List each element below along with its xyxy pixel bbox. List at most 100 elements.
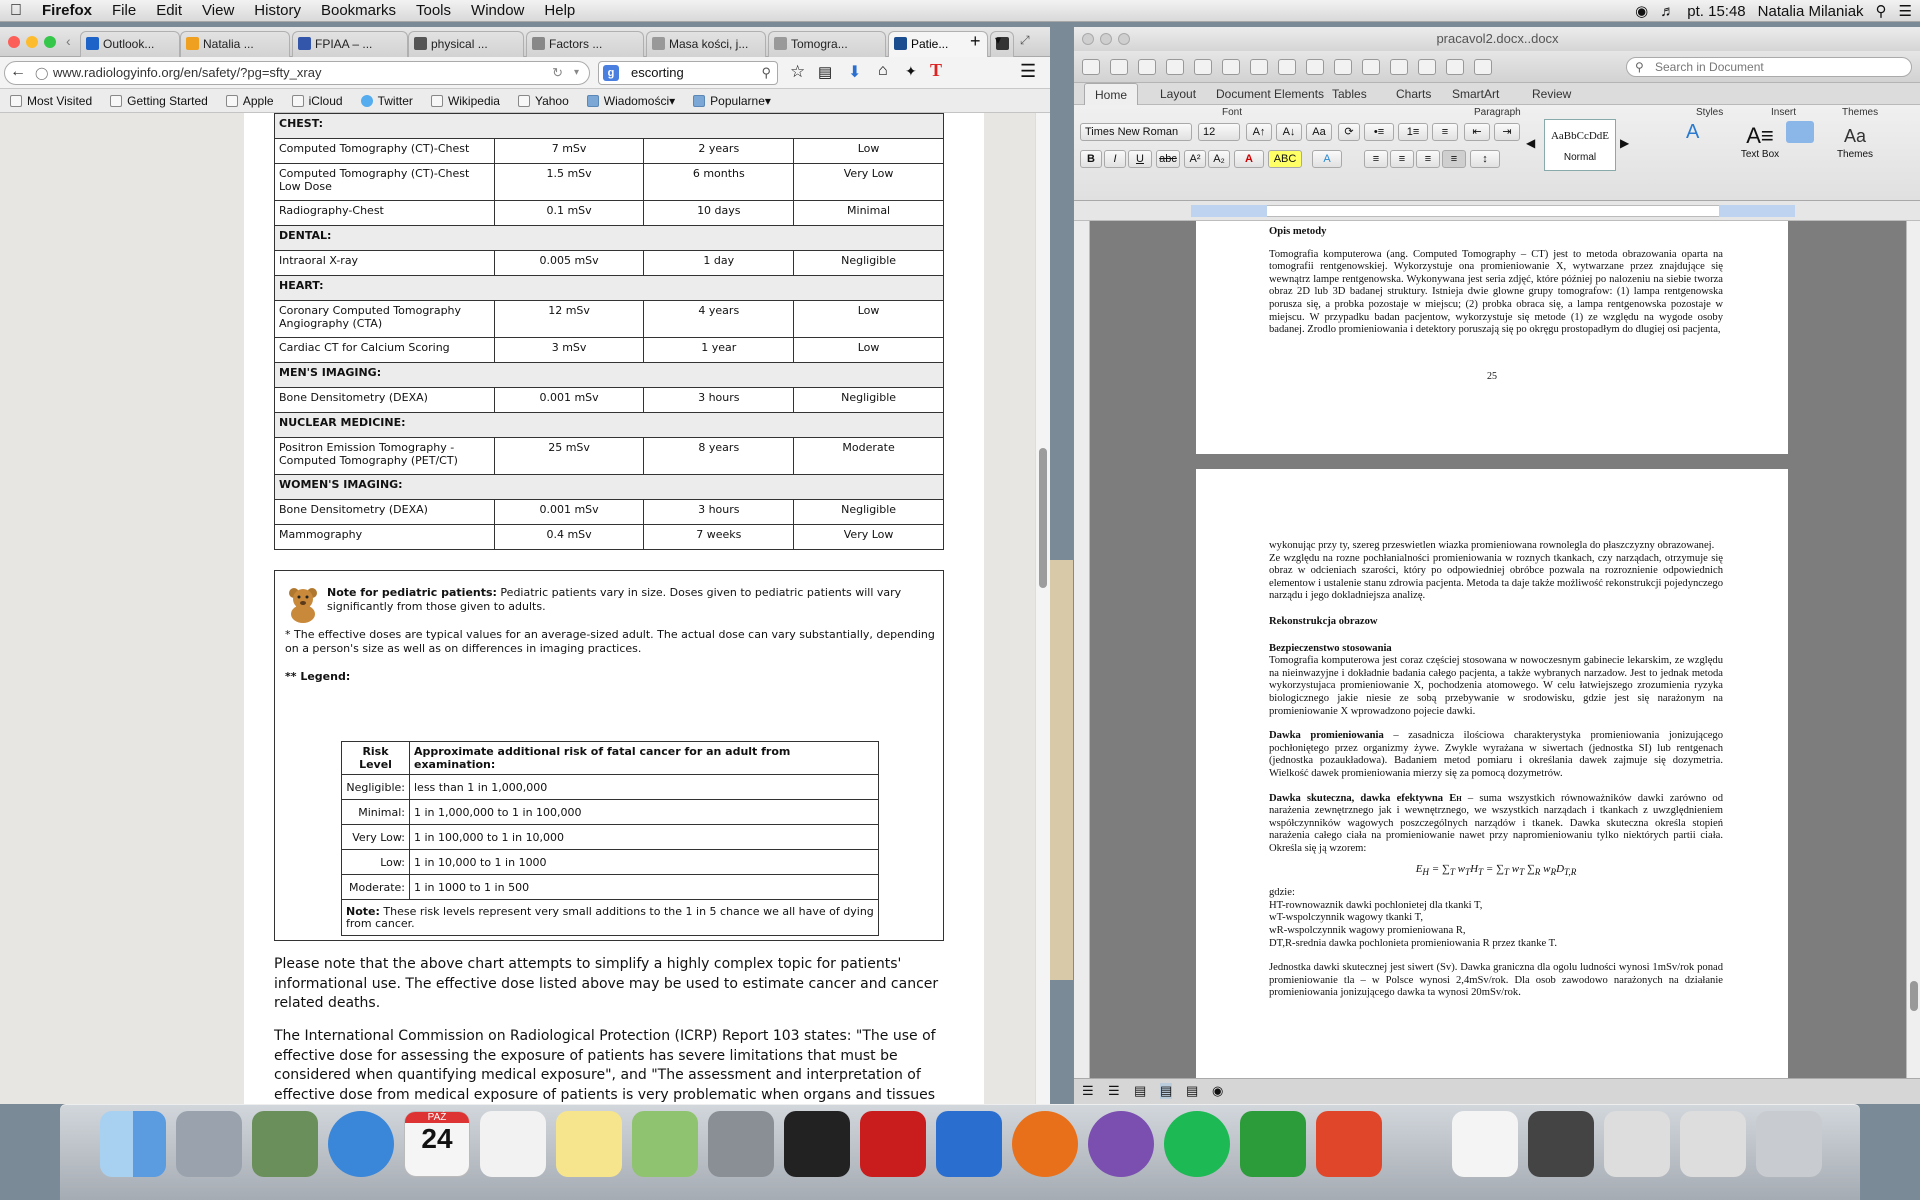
- styles-pane-icon[interactable]: A: [1686, 121, 1699, 144]
- browser-tab[interactable]: Outlook...: [80, 31, 180, 57]
- vertical-ruler[interactable]: [1074, 221, 1090, 1078]
- styles-prev-icon[interactable]: ◀: [1526, 123, 1542, 163]
- font-name-select[interactable]: Times New Roman: [1080, 123, 1192, 141]
- menu-file[interactable]: File: [102, 2, 146, 19]
- open-icon[interactable]: [1138, 59, 1156, 75]
- home-icon[interactable]: ⌂: [878, 62, 888, 80]
- ribbon-tab-layout[interactable]: Layout: [1160, 83, 1196, 105]
- strikethrough-button[interactable]: abc: [1156, 150, 1180, 168]
- cut-icon[interactable]: [1222, 59, 1240, 75]
- preferences-icon[interactable]: [708, 1111, 774, 1177]
- clock[interactable]: pt. 15:48: [1687, 3, 1745, 20]
- underline-button[interactable]: U: [1128, 150, 1152, 168]
- grow-font-icon[interactable]: A↑: [1246, 123, 1272, 141]
- spotlight-icon[interactable]: ⚲: [1876, 2, 1887, 20]
- justify-button[interactable]: ≡: [1442, 150, 1466, 168]
- themes-button[interactable]: Aa Themes: [1830, 123, 1880, 173]
- new-document-icon[interactable]: [1082, 59, 1100, 75]
- user-name[interactable]: Natalia Milaniak: [1758, 3, 1864, 20]
- style-normal-swatch[interactable]: AaBbCcDdE Normal: [1544, 119, 1616, 171]
- horizontal-ruler[interactable]: [1074, 201, 1920, 221]
- menu-help[interactable]: Help: [534, 2, 585, 19]
- bookmark-item[interactable]: Getting Started: [110, 94, 208, 108]
- list-tabs-icon[interactable]: ▾: [995, 33, 1001, 47]
- page-scrollbar[interactable]: [1035, 113, 1050, 1104]
- addon-t-icon[interactable]: T: [930, 60, 942, 81]
- ribbon-tab-smartart[interactable]: SmartArt: [1452, 83, 1499, 105]
- line-spacing-button[interactable]: ↕: [1470, 150, 1500, 168]
- github-icon[interactable]: [1088, 1111, 1154, 1177]
- shape-insert-icon[interactable]: [1786, 121, 1814, 143]
- menu-history[interactable]: History: [244, 2, 311, 19]
- page-26[interactable]: wykonując przy ty, szereg przeswietlen w…: [1196, 469, 1788, 1078]
- close-window-button[interactable]: [8, 36, 20, 48]
- firefox-icon[interactable]: [1012, 1111, 1078, 1177]
- shrink-font-icon[interactable]: A↓: [1276, 123, 1302, 141]
- volume-icon[interactable]: ♬: [1660, 3, 1675, 20]
- notifications-icon[interactable]: ☰: [1899, 2, 1912, 20]
- trash-icon[interactable]: [1756, 1111, 1822, 1177]
- redo-icon[interactable]: [1362, 59, 1380, 75]
- menu-edit[interactable]: Edit: [146, 2, 192, 19]
- bullets-button[interactable]: •≡: [1364, 123, 1394, 141]
- safari-icon[interactable]: [328, 1111, 394, 1177]
- text-box-button[interactable]: A≡ Text Box: [1738, 123, 1782, 173]
- url-bar[interactable]: ← ◯ www.radiologyinfo.org/en/safety/?pg=…: [4, 61, 590, 85]
- help-icon[interactable]: [1474, 59, 1492, 75]
- italic-button[interactable]: I: [1104, 150, 1126, 168]
- superscript-button[interactable]: A²: [1184, 150, 1206, 168]
- tab-scroll-left-icon[interactable]: ‹: [66, 33, 71, 49]
- menu-view[interactable]: View: [192, 2, 244, 19]
- browser-tab[interactable]: Factors ...: [526, 31, 644, 57]
- bookmark-item[interactable]: Wikipedia: [430, 94, 500, 108]
- google-search-engine-icon[interactable]: g: [603, 65, 619, 81]
- apple-menu-icon[interactable]: : [0, 2, 32, 20]
- document-scrollbar[interactable]: [1906, 221, 1920, 1078]
- print-layout-view-icon[interactable]: ▤: [1160, 1083, 1173, 1099]
- word-minimize-button[interactable]: [1100, 33, 1112, 45]
- minimized-window-icon[interactable]: [1604, 1111, 1670, 1177]
- bookmark-star-icon[interactable]: ☆: [790, 62, 805, 82]
- bookmark-item[interactable]: Most Visited: [10, 94, 92, 108]
- focus-view-icon[interactable]: ◉: [1212, 1083, 1223, 1099]
- url-dropdown-icon[interactable]: ▾: [574, 62, 579, 84]
- back-button-icon[interactable]: ←: [10, 61, 26, 83]
- calendar-icon[interactable]: PAŹ 24: [404, 1111, 470, 1177]
- ribbon-tab-review[interactable]: Review: [1532, 83, 1571, 105]
- highlight-button[interactable]: ABC: [1268, 150, 1302, 168]
- browser-tab[interactable]: W: [990, 31, 1014, 57]
- styles-next-icon[interactable]: ▶: [1620, 123, 1636, 163]
- ribbon-tab-home[interactable]: Home: [1084, 83, 1139, 105]
- zoom-icon[interactable]: [1446, 59, 1464, 75]
- bookmark-item[interactable]: iCloud: [291, 94, 343, 108]
- excel-icon[interactable]: [1240, 1111, 1306, 1177]
- browser-tab[interactable]: Tomogra...: [768, 31, 886, 57]
- photo-icon[interactable]: [252, 1111, 318, 1177]
- bookmark-item[interactable]: Wiadomości ▾: [586, 94, 675, 108]
- bookmark-item[interactable]: Yahoo: [517, 94, 569, 108]
- page-25[interactable]: Opis metody Tomografia komputerowa (ang.…: [1196, 221, 1788, 454]
- undo-icon[interactable]: [1334, 59, 1352, 75]
- bookmark-item[interactable]: Apple: [225, 94, 274, 108]
- print-icon[interactable]: [1194, 59, 1212, 75]
- reminders-icon[interactable]: [480, 1111, 546, 1177]
- scrollbar-thumb[interactable]: [1039, 448, 1047, 588]
- minimized-window-icon[interactable]: [1528, 1111, 1594, 1177]
- templates-icon[interactable]: [1110, 59, 1128, 75]
- change-case-icon[interactable]: Aa: [1306, 123, 1332, 141]
- font-color-button[interactable]: A: [1234, 150, 1264, 168]
- spotify-icon[interactable]: [1164, 1111, 1230, 1177]
- paste-icon[interactable]: [1278, 59, 1296, 75]
- publishing-view-icon[interactable]: ▤: [1134, 1083, 1146, 1099]
- maps-icon[interactable]: [632, 1111, 698, 1177]
- bold-button[interactable]: B: [1080, 150, 1102, 168]
- zoom-window-button[interactable]: [44, 36, 56, 48]
- menu-app-name[interactable]: Firefox: [32, 2, 102, 19]
- numbering-button[interactable]: 1≡: [1398, 123, 1428, 141]
- show-formatting-icon[interactable]: [1390, 59, 1408, 75]
- draft-view-icon[interactable]: ☰: [1082, 1083, 1094, 1099]
- menu-window[interactable]: Window: [461, 2, 534, 19]
- clear-formatting-icon[interactable]: ⟳: [1338, 123, 1360, 141]
- format-painter-icon[interactable]: [1306, 59, 1324, 75]
- bookmarks-menu-icon[interactable]: ▤: [818, 63, 832, 81]
